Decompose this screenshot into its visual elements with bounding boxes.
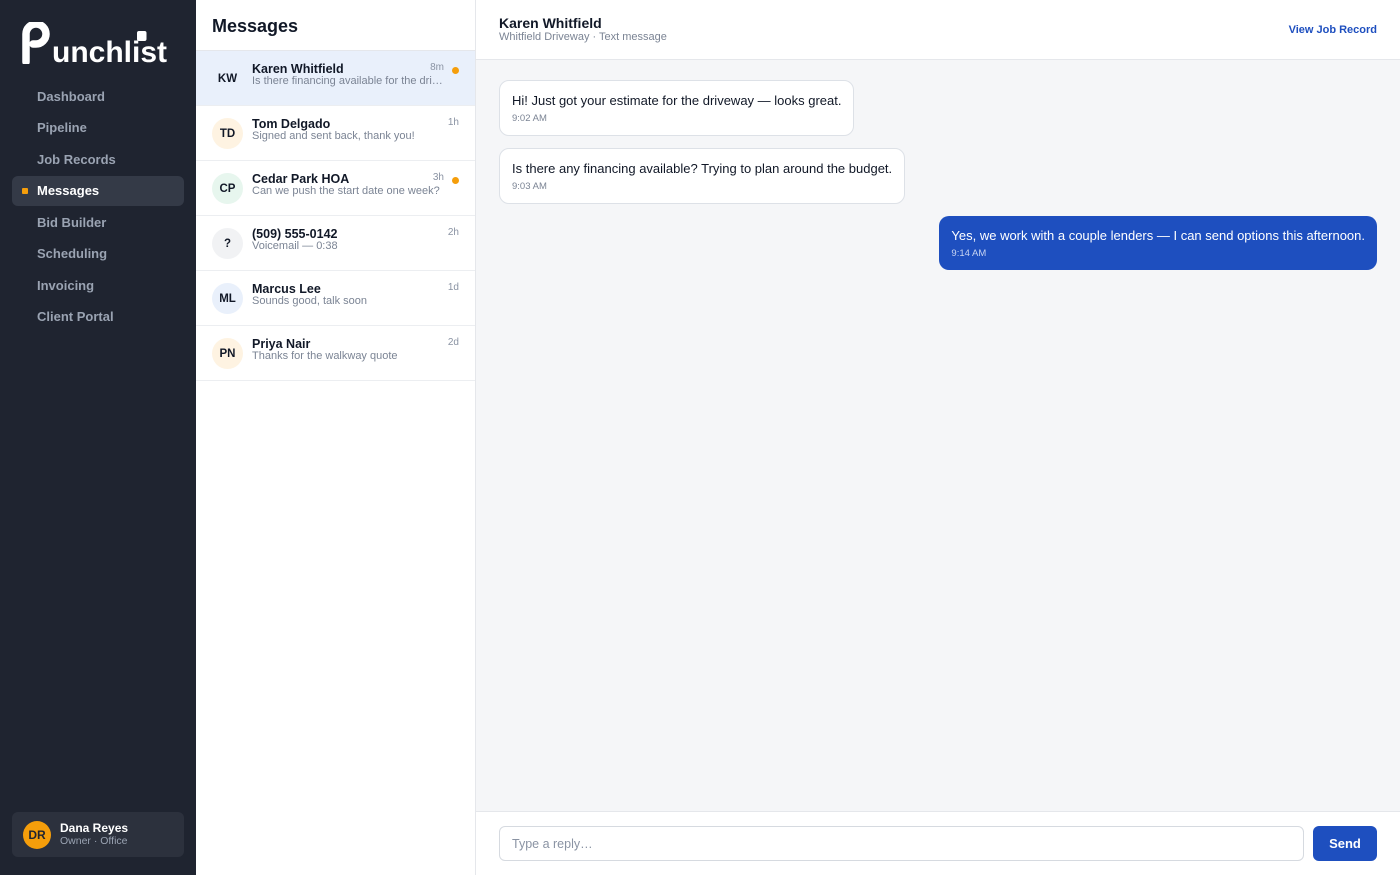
user-name: Dana Reyes <box>60 821 129 835</box>
user-meta: Dana Reyes Owner · Office <box>60 821 129 848</box>
incoming-message: Is there any financing available? Trying… <box>499 148 906 204</box>
sidebar-item-job-records[interactable]: Job Records <box>12 144 184 174</box>
outgoing-message: Yes, we work with a couple lenders — I c… <box>939 216 1377 270</box>
conversation-preview: Is there financing available for the dri… <box>252 75 444 87</box>
sidebar-item-dashboard[interactable]: Dashboard <box>12 81 184 111</box>
unread-dot-icon <box>452 67 459 74</box>
conversation-preview: Sounds good, talk soon <box>252 295 367 307</box>
sidebar-item-bid-builder[interactable]: Bid Builder <box>12 207 184 237</box>
conversation-list-pane: Messages KW Karen Whitfield Is there finan… <box>196 0 476 875</box>
conversation-preview: Signed and sent back, thank you! <box>252 130 415 142</box>
avatar: DR <box>23 820 51 849</box>
chat-header: Karen Whitfield Whitfield Driveway · Tex… <box>476 0 1400 60</box>
conversation-time: 2d <box>447 337 459 348</box>
reply-composer: Send <box>476 811 1400 875</box>
send-button[interactable]: Send <box>1313 826 1377 861</box>
conversation-time: 8m <box>430 62 444 73</box>
message-text: Hi! Just got your estimate for the drive… <box>512 93 842 108</box>
conversation-item[interactable]: PN Priya Nair Thanks for the walkway quote… <box>196 326 475 381</box>
conversation-item[interactable]: ? (509) 555-0142 Voicemail — 0:38 2h <box>196 216 475 271</box>
avatar: PN <box>212 338 243 369</box>
sidebar-item-messages[interactable]: Messages <box>12 175 184 206</box>
message-time: 9:02 AM <box>512 113 547 124</box>
avatar: ? <box>212 228 243 259</box>
view-job-record-link[interactable]: View Job Record <box>1289 24 1377 36</box>
sidebar-item-scheduling[interactable]: Scheduling <box>12 239 184 269</box>
conversation-preview: Voicemail — 0:38 <box>252 240 338 252</box>
sidebar-item-label: Scheduling <box>37 246 108 261</box>
sidebar-item-pipeline[interactable]: Pipeline <box>12 113 184 143</box>
conversation-preview: Can we push the start date one week? <box>252 185 440 197</box>
conversation-name: Karen Whitfield <box>252 62 344 76</box>
contact-name: Karen Whitfield <box>499 15 602 31</box>
app-shell: unchlist Dashboard Pipeline Job Records Mes… <box>0 0 1400 875</box>
sidebar-item-label: Job Records <box>37 151 116 167</box>
punchlist-logo: unchlist <box>22 22 167 64</box>
conversation-item[interactable]: KW Karen Whitfield Is there financing avai… <box>196 51 475 106</box>
conversation-time: 2h <box>447 227 459 238</box>
sidebar-item-client-portal[interactable]: Client Portal <box>12 302 184 332</box>
avatar: TD <box>212 118 243 149</box>
conversation-name: (509) 555-0142 <box>252 227 338 241</box>
incoming-message: Hi! Just got your estimate for the drive… <box>499 80 855 136</box>
conversation-item[interactable]: CP Cedar Park HOA Can we push the start da… <box>196 161 475 216</box>
conversation-subtitle: Whitfield Driveway · Text message <box>499 31 667 43</box>
message-time: 9:03 AM <box>512 181 547 192</box>
message-thread: Hi! Just got your estimate for the drive… <box>499 80 1377 282</box>
avatar: KW <box>212 63 243 94</box>
unread-dot-icon <box>452 177 459 184</box>
conversation-name: Priya Nair <box>252 337 311 351</box>
message-text: Yes, we work with a couple lenders — I c… <box>951 228 1365 243</box>
avatar: CP <box>212 173 243 204</box>
conversation-item[interactable]: ML Marcus Lee Sounds good, talk soon 1d <box>196 271 475 326</box>
conversation-list: KW Karen Whitfield Is there financing avai… <box>196 51 475 381</box>
sidebar-item-label: Client Portal <box>37 309 114 324</box>
avatar: ML <box>212 283 243 314</box>
sidebar-item-invoicing[interactable]: Invoicing <box>12 270 184 300</box>
sidebar-nav: Dashboard Pipeline Job Records Messages Bid … <box>12 81 184 333</box>
sidebar: unchlist Dashboard Pipeline Job Records Mes… <box>0 0 196 875</box>
svg-text:unchlist: unchlist <box>52 36 167 64</box>
message-text: Is there any financing available? Trying… <box>512 161 893 176</box>
message-time: 9:14 AM <box>951 248 987 259</box>
sidebar-item-label: Dashboard <box>37 88 105 104</box>
conversation-name: Cedar Park HOA <box>252 172 350 186</box>
user-role: Owner · Office <box>60 835 128 847</box>
reply-input[interactable] <box>499 826 1304 861</box>
sidebar-item-label: Bid Builder <box>37 214 107 230</box>
conversation-preview: Thanks for the walkway quote <box>252 350 398 362</box>
list-header: Messages <box>196 0 475 51</box>
conversation-time: 3h <box>432 172 444 183</box>
conversation-name: Tom Delgado <box>252 117 331 131</box>
sidebar-item-label: Messages <box>37 183 100 198</box>
conversation-time: 1d <box>447 282 459 293</box>
conversation-name: Marcus Lee <box>252 282 321 296</box>
conversation-item[interactable]: TD Tom Delgado Signed and sent back, thank… <box>196 106 475 161</box>
user-card[interactable]: DR Dana Reyes Owner · Office <box>12 812 184 857</box>
sidebar-item-label: Invoicing <box>37 277 95 293</box>
sidebar-item-label: Pipeline <box>37 120 87 135</box>
page-title: Messages <box>212 16 299 36</box>
chat-pane: Karen Whitfield Whitfield Driveway · Tex… <box>476 0 1400 875</box>
conversation-time: 1h <box>447 117 459 128</box>
active-indicator-icon <box>22 187 28 194</box>
